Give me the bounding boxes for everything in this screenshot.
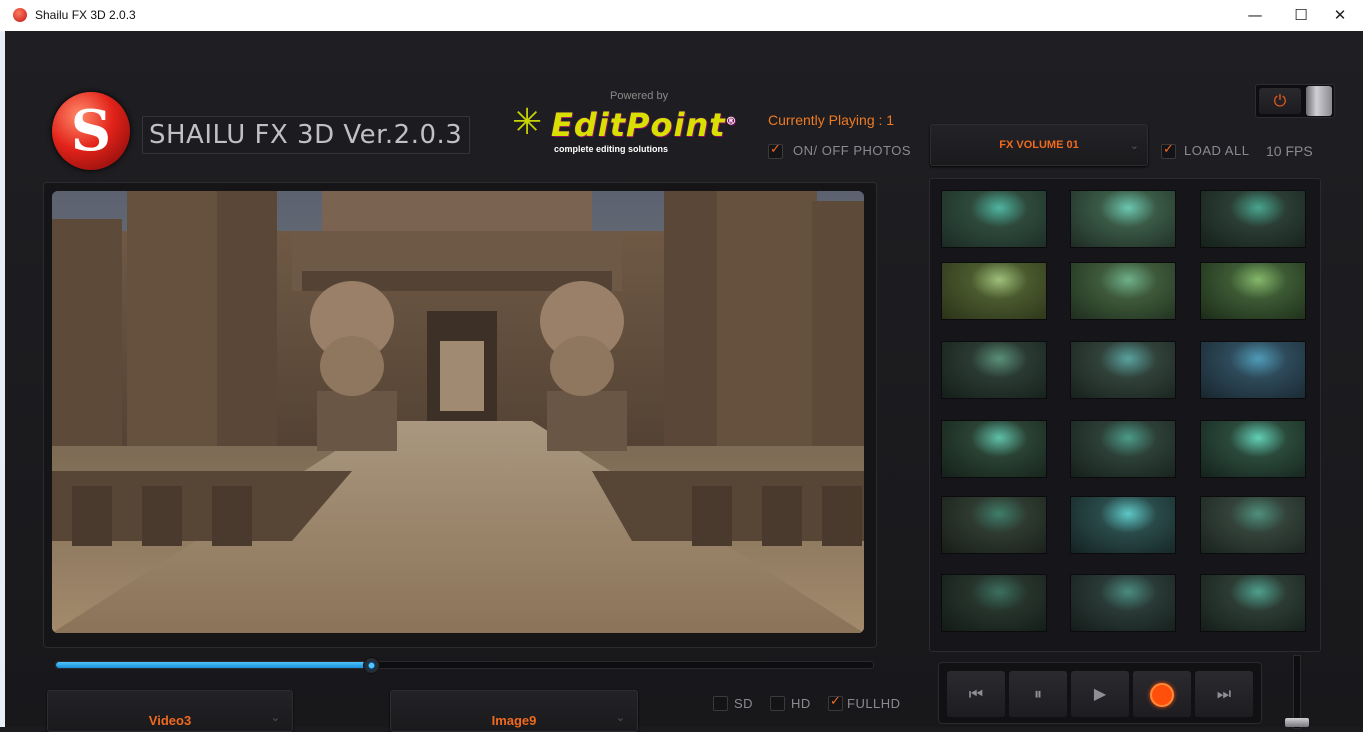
play-icon: ▶ <box>1093 684 1107 703</box>
record-icon <box>1150 682 1174 707</box>
video-preview[interactable] <box>52 191 864 633</box>
currently-playing: Currently Playing : 1 <box>768 112 895 128</box>
skip-back-icon: ⏮ <box>968 684 984 703</box>
fx-thumbnail[interactable] <box>941 496 1047 554</box>
fx-volume-value: FX VOLUME 01 <box>999 139 1079 151</box>
fx-volume-dropdown[interactable]: FX VOLUME 01 ⌄ <box>930 124 1148 166</box>
video-dropdown[interactable]: Video3 ⌄ <box>47 690 293 732</box>
seek-bar[interactable] <box>55 661 874 669</box>
powered-by-label: Powered by <box>610 90 669 102</box>
seek-progress <box>56 662 375 668</box>
fx-thumbnail[interactable] <box>1070 496 1176 554</box>
fx-thumbnail[interactable] <box>941 420 1047 478</box>
transport-controls: ⏮ ⏸ ▶ ⏭ <box>938 662 1262 724</box>
fx-thumbnail[interactable] <box>1200 341 1306 399</box>
fx-thumbnail[interactable] <box>1200 420 1306 478</box>
fx-thumbnail[interactable] <box>1200 574 1306 632</box>
minimize-button[interactable]: — <box>1232 0 1278 31</box>
close-button[interactable]: ✕ <box>1317 0 1363 31</box>
chevron-down-icon: ⌄ <box>615 711 625 724</box>
seek-handle[interactable] <box>363 657 380 674</box>
shailu-logo: S <box>52 92 130 170</box>
editpoint-registered-mark: ® <box>725 114 738 128</box>
pause-button[interactable]: ⏸ <box>1009 671 1067 717</box>
editpoint-tagline: complete editing solutions <box>554 144 669 154</box>
sd-label: SD <box>734 696 754 711</box>
power-toggle[interactable]: ⏻ <box>1255 84 1335 118</box>
power-switch-knob[interactable] <box>1306 86 1332 116</box>
skip-forward-icon: ⏭ <box>1216 684 1232 703</box>
fx-thumbnail[interactable] <box>1070 262 1176 320</box>
record-button[interactable] <box>1133 671 1191 717</box>
scene-illustration <box>52 191 864 633</box>
fx-thumbnail[interactable] <box>941 341 1047 399</box>
fps-readout: 10 FPS <box>1266 143 1313 159</box>
fx-thumbnail[interactable] <box>1070 190 1176 248</box>
hd-checkbox[interactable] <box>770 696 785 711</box>
editpoint-name: EditPoint <box>551 106 726 144</box>
fx-thumbnail[interactable] <box>1200 262 1306 320</box>
chevron-down-icon: ⌄ <box>270 711 280 724</box>
sd-checkbox[interactable] <box>713 696 728 711</box>
load-all-checkbox[interactable] <box>1161 142 1176 159</box>
app-title: SHAILU FX 3D Ver.2.0.3 <box>142 116 470 154</box>
fullhd-label: FULLHD <box>847 696 901 711</box>
window-title: Shailu FX 3D 2.0.3 <box>35 8 136 22</box>
previous-button[interactable]: ⏮ <box>947 671 1005 717</box>
fx-thumbnail[interactable] <box>1070 574 1176 632</box>
fx-thumbnail[interactable] <box>1070 420 1176 478</box>
next-button[interactable]: ⏭ <box>1195 671 1253 717</box>
on-off-photos-label: ON/ OFF PHOTOS <box>793 143 911 158</box>
fullhd-checkbox[interactable] <box>828 694 843 711</box>
play-button[interactable]: ▶ <box>1071 671 1129 717</box>
fx-thumbnail[interactable] <box>1070 341 1176 399</box>
hd-label: HD <box>791 696 811 711</box>
fx-thumbnail[interactable] <box>941 190 1047 248</box>
fx-thumbnail[interactable] <box>1200 496 1306 554</box>
window-titlebar: Shailu FX 3D 2.0.3 — ☐ ✕ <box>0 0 1363 32</box>
on-off-photos-checkbox[interactable] <box>768 142 783 159</box>
load-all-label: LOAD ALL <box>1184 143 1250 158</box>
pause-icon: ⏸ <box>1033 684 1042 703</box>
image-dropdown[interactable]: Image9 ⌄ <box>390 690 638 732</box>
logo-letter: S <box>70 98 112 164</box>
editpoint-star-icon: ✳ <box>512 101 543 142</box>
app-icon <box>13 8 27 22</box>
fx-thumbnail[interactable] <box>1200 190 1306 248</box>
chevron-down-icon: ⌄ <box>1129 139 1139 152</box>
video-dropdown-value: Video3 <box>148 713 192 728</box>
fx-thumbnail[interactable] <box>941 262 1047 320</box>
volume-slider-handle[interactable] <box>1285 718 1309 727</box>
fx-thumbnail[interactable] <box>941 574 1047 632</box>
image-dropdown-value: Image9 <box>491 713 537 728</box>
fx-thumbnail-panel <box>929 178 1321 652</box>
editpoint-logo: EditPoint® <box>551 106 738 144</box>
power-icon[interactable]: ⏻ <box>1259 88 1301 114</box>
